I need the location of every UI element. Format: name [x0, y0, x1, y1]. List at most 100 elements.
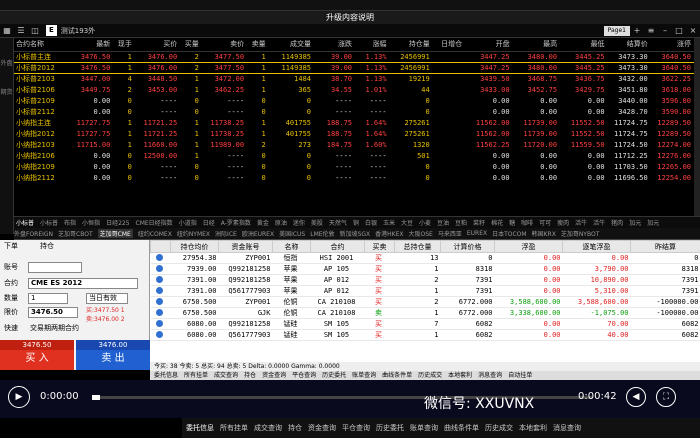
bottom-tab[interactable]: 平仓查询 [292, 371, 316, 380]
quote-col-header[interactable]: 现手 [113, 38, 135, 52]
position-col-header[interactable]: 名称 [272, 240, 311, 253]
position-col-header[interactable]: 逐笔浮盈 [562, 240, 631, 253]
footer-tab[interactable]: 平仓查询 [342, 423, 370, 433]
quick-checkbox-label[interactable]: 快速 [4, 323, 18, 333]
status-dot-icon[interactable] [156, 253, 163, 261]
exchange-tab[interactable]: EUREX [467, 230, 487, 237]
add-icon[interactable]: + [632, 26, 642, 36]
chart-icon[interactable]: ◫ [30, 26, 40, 36]
exchange-tab[interactable]: 日本TOCOM [492, 229, 526, 238]
list-icon[interactable]: ☰ [16, 26, 26, 36]
quote-row[interactable]: 小标普2109 0.00 0 ---- 0 ---- 0 0 ---- ---- 0 0.00 0.00… [14, 95, 694, 106]
footer-tab[interactable]: 曲线条件单 [444, 423, 479, 433]
footer-tab[interactable]: 历史成交 [485, 423, 513, 433]
position-row[interactable]: 7391.00 Q561777903 苹果 AP 012 买 1 7391 0.00 5,310… [150, 285, 700, 297]
category-tab[interactable]: 美股 [311, 218, 323, 227]
position-row[interactable]: 7939.00 Q992181258 苹果 AP 105 买 1 8318 0.00 3,790… [150, 263, 700, 275]
quote-col-header[interactable]: 买价 [134, 38, 181, 52]
status-dot-icon[interactable] [156, 275, 163, 283]
bottom-tab[interactable]: 曲线条件单 [382, 371, 412, 380]
quote-row[interactable]: 小纳指2109 0.00 0 ---- 0 ---- 0 0 ---- ---- 0 0.00 0.00… [14, 161, 694, 172]
quote-row[interactable]: 小纳指2012 11727.75 1 11721.25 1 11738.25 1 401755… [14, 128, 694, 139]
quote-row[interactable]: 小标普2112 0.00 0 ---- 0 ---- 0 0 ---- ---- 0 0.00 0.00… [14, 106, 694, 117]
quantity-input[interactable]: 1 [28, 293, 68, 304]
menu-icon[interactable]: ≡ [646, 26, 656, 36]
category-tab[interactable]: 加元 [647, 218, 659, 227]
category-tab[interactable]: 棉花 [491, 218, 503, 227]
bottom-tab[interactable]: 资金查询 [262, 371, 286, 380]
category-tab[interactable]: 小标普 [16, 218, 34, 227]
exchange-tab[interactable]: 新加坡SGX [340, 229, 371, 238]
status-dot-icon[interactable] [156, 286, 163, 294]
quote-row[interactable]: 小标普主连 3476.50 1 3476.00 2 3477.50 1 1149385 39.0… [14, 51, 694, 62]
quote-col-header[interactable]: 涨跌 [314, 38, 356, 52]
bottom-tab[interactable]: 成交查询 [214, 371, 238, 380]
close-icon[interactable]: × [688, 26, 698, 36]
category-tab[interactable]: 小麦 [419, 218, 431, 227]
status-dot-icon[interactable] [156, 264, 163, 272]
fullscreen-icon[interactable]: ⛶ [656, 387, 676, 407]
order-position-tab[interactable]: 持仓 [40, 240, 54, 253]
category-tab[interactable]: 加元 [629, 218, 641, 227]
bottom-tab[interactable]: 账单查询 [352, 371, 376, 380]
position-row[interactable]: 6080.00 Q992181258 锰硅 SM 105 买 7 6082 0.00 70.00… [150, 318, 700, 330]
volume-icon[interactable]: ◀ [626, 387, 646, 407]
position-col-header[interactable] [150, 240, 171, 253]
quote-row[interactable]: 小标普2012 3476.50 1 3476.00 2 3477.50 1 1149385 39… [14, 61, 694, 74]
grid-icon[interactable]: ▦ [2, 26, 12, 36]
position-col-header[interactable]: 计算价格 [440, 240, 495, 253]
category-tab[interactable]: 豆油 [437, 218, 449, 227]
bottom-tab[interactable]: 消息查询 [478, 371, 502, 380]
bottom-tab[interactable]: 持仓 [244, 371, 256, 380]
status-dot-icon[interactable] [156, 319, 163, 327]
position-col-header[interactable]: 资金账号 [218, 240, 273, 253]
category-tab[interactable]: 猪肉 [611, 218, 623, 227]
quote-scrollbar[interactable] [694, 38, 700, 216]
status-dot-icon[interactable] [156, 330, 163, 338]
side-label-futures[interactable]: 期货 [0, 87, 13, 96]
exchange-tab[interactable]: 洲际ICE [215, 229, 237, 238]
exchange-tab[interactable]: 欧洲EUREX [242, 229, 274, 238]
category-tab[interactable]: 瘦肉 [557, 218, 569, 227]
quote-row[interactable]: 小纳指2106 0.00 0 12500.00 1 ---- 0 0 ---- ---- 501 0.… [14, 150, 694, 161]
footer-tab[interactable]: 成交查询 [254, 423, 282, 433]
quote-col-header[interactable]: 最新 [70, 38, 114, 52]
category-tab[interactable]: 铜 [353, 218, 359, 227]
footer-tab[interactable]: 消息查询 [553, 423, 581, 433]
page-name[interactable]: 测试193外 [61, 26, 95, 36]
quote-col-header[interactable]: 涨幅 [355, 38, 390, 52]
category-tab[interactable]: 迷你 [293, 218, 305, 227]
position-col-header[interactable]: 总持仓量 [394, 240, 441, 253]
exchange-tab[interactable]: 马来西亚 [438, 229, 462, 238]
exchange-tab[interactable]: LME伦敦 [310, 229, 334, 238]
quote-col-header[interactable]: 卖价 [201, 38, 248, 52]
exchange-tab[interactable]: 芝加哥CME [97, 229, 133, 238]
page-selector[interactable]: Page1 [603, 25, 630, 36]
exchange-tab[interactable]: 香港HKEX [375, 229, 403, 238]
footer-tab[interactable]: 所有挂单 [220, 423, 248, 433]
quote-col-header[interactable]: 最低 [560, 38, 608, 52]
quote-row[interactable]: 小纳指2112 0.00 0 ---- 0 ---- 0 0 ---- ---- 0 0.00 0.00… [14, 172, 694, 183]
contract-input[interactable]: CME ES 2012 [28, 278, 138, 289]
bottom-tab[interactable]: 自动挂单 [508, 371, 532, 380]
period-checkbox-label[interactable]: 交易期两期合约 [30, 323, 79, 333]
position-col-header[interactable]: 昨结算 [630, 240, 700, 253]
category-tab[interactable]: 豆粕 [455, 218, 467, 227]
quote-col-header[interactable]: 持仓量 [389, 38, 433, 52]
bottom-tab[interactable]: 历史成交 [418, 371, 442, 380]
exchange-tab[interactable]: 纽约NYMEX [177, 229, 210, 238]
exchange-tab[interactable]: 芝加哥NYBOT [561, 229, 600, 238]
quote-row[interactable]: 小标普2103 3447.00 4 3448.50 1 3472.00 1 1484 38.70… [14, 73, 694, 84]
quote-col-header[interactable]: 合约名称 [14, 38, 71, 52]
play-icon[interactable]: ▶ [8, 386, 30, 408]
order-header-label[interactable]: 下单 [4, 240, 18, 253]
category-tab[interactable]: 大豆 [401, 218, 413, 227]
category-tab[interactable]: 咖啡 [521, 218, 533, 227]
exchange-tab[interactable]: 芝加哥CBOT [58, 229, 93, 238]
quote-row[interactable]: 小标普2106 3449.75 2 3453.00 1 3462.25 1 365 34.55 1… [14, 84, 694, 95]
position-col-header[interactable]: 持仓均价 [170, 240, 219, 253]
category-tab[interactable]: 活牛 [575, 218, 587, 227]
position-col-header[interactable]: 合约 [310, 240, 365, 253]
category-tab[interactable]: 小恒指 [82, 218, 100, 227]
bottom-tab[interactable]: 历史委托 [322, 371, 346, 380]
